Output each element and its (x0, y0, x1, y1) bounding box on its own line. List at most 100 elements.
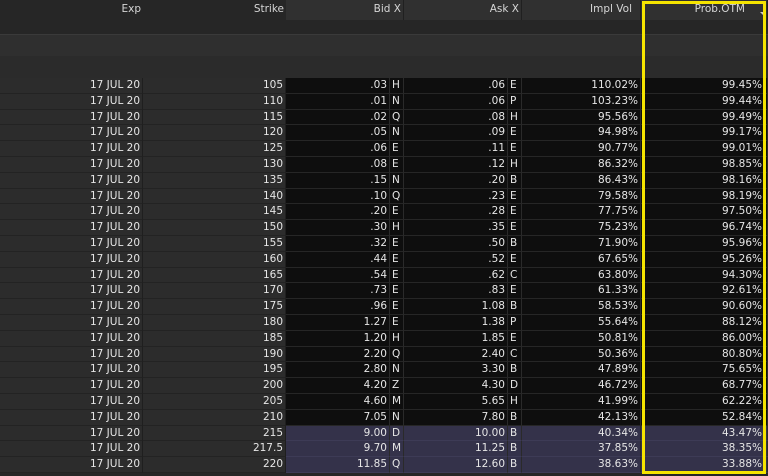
expiration-cell: 17 JUL 20 (0, 378, 143, 394)
bid-cell: 7.05 (286, 409, 390, 426)
ask-exchange-cell: E (508, 78, 522, 94)
ask-cell: .20 (404, 172, 508, 189)
column-header-prob-otm[interactable]: Prob.OTM (641, 0, 768, 20)
expiration-cell: 17 JUL 20 (0, 362, 143, 379)
bid-cell: .15 (286, 172, 390, 189)
bid-exchange-cell: N (390, 172, 404, 189)
ask-cell: .50 (404, 235, 508, 252)
table-row[interactable]: 17 JUL 20 165.54 E .62 C 63.80% 94.30% (0, 267, 768, 284)
table-row[interactable]: 17 JUL 20 145.20 E .28 E 77.75% 97.50% (0, 204, 768, 221)
ask-cell: .35 (404, 220, 508, 236)
expiration-cell: 17 JUL 20 (0, 314, 143, 331)
column-header-impl-vol[interactable]: Impl Vol (522, 0, 641, 20)
column-header-ask[interactable]: Ask X (404, 0, 522, 20)
impl-vol-cell: 67.65% (522, 251, 641, 268)
table-row[interactable]: 17 JUL 20 220 11.85 Q 12.60 B 38.63% 33.88% (0, 457, 768, 473)
impl-vol-cell: 103.23% (522, 93, 641, 110)
prob-otm-cell: 99.01% (641, 141, 768, 157)
ask-cell: .06 (404, 93, 508, 110)
bid-cell: .44 (286, 251, 390, 268)
table-row[interactable]: 17 JUL 20 195 2.80 N 3.30 B 47.89% 75.65% (0, 362, 768, 379)
bid-exchange-cell: H (390, 78, 404, 94)
ask-exchange-cell: E (508, 188, 522, 205)
ask-cell: .83 (404, 283, 508, 300)
impl-vol-cell: 79.58% (522, 188, 641, 205)
table-row[interactable]: 17 JUL 20 200 4.20 Z 4.30 D 46.72% 68.77% (0, 378, 768, 394)
strike-cell: 130 (143, 156, 286, 173)
column-header-bid[interactable]: Bid X (286, 0, 404, 20)
table-row[interactable]: 17 JUL 20 210 7.05 N 7.80 B 42.13% 52.84% (0, 409, 768, 426)
ask-cell: 5.65 (404, 393, 508, 410)
ask-exchange-cell: E (508, 283, 522, 300)
strike-cell: 140 (143, 188, 286, 205)
bid-exchange-cell: Q (390, 346, 404, 363)
ask-cell: 4.30 (404, 378, 508, 394)
expiration-cell: 17 JUL 20 (0, 330, 143, 347)
column-header-exp[interactable]: Exp (0, 0, 143, 20)
ask-exchange-cell: C (508, 346, 522, 363)
strike-cell: 105 (143, 78, 286, 94)
table-row[interactable]: 17 JUL 20 217.5 9.70 M 11.25 B 37.85% 38.35% (0, 441, 768, 458)
strike-cell: 190 (143, 346, 286, 363)
table-row[interactable]: 17 JUL 20 120.05 N .09 E 94.98% 99.17% (0, 125, 768, 142)
expiration-cell: 17 JUL 20 (0, 235, 143, 252)
impl-vol-cell: 37.85% (522, 441, 641, 458)
expiration-cell: 17 JUL 20 (0, 393, 143, 410)
bid-exchange-cell: N (390, 93, 404, 110)
summary-band (0, 34, 768, 58)
impl-vol-cell: 41.99% (522, 393, 641, 410)
expiration-cell: 17 JUL 20 (0, 204, 143, 221)
column-header-strike[interactable]: Strike (143, 0, 286, 20)
table-row[interactable]: 17 JUL 20 130.08 E .12 H 86.32% 98.85% (0, 156, 768, 173)
table-row[interactable]: 17 JUL 20 150.30 H .35 E 75.23% 96.74% (0, 220, 768, 236)
bid-exchange-cell: E (390, 299, 404, 315)
table-row[interactable]: 17 JUL 20 125.06 E .11 E 90.77% 99.01% (0, 141, 768, 157)
expiration-cell: 17 JUL 20 (0, 109, 143, 126)
table-row[interactable]: 17 JUL 20 155.32 E .50 B 71.90% 95.96% (0, 235, 768, 252)
prob-otm-cell: 96.74% (641, 220, 768, 236)
strike-cell: 220 (143, 457, 286, 473)
prob-otm-cell: 98.19% (641, 188, 768, 205)
table-row[interactable]: 17 JUL 20 190 2.20 Q 2.40 C 50.36% 80.80% (0, 346, 768, 363)
table-row[interactable]: 17 JUL 20 205 4.60 M 5.65 H 41.99% 62.22% (0, 393, 768, 410)
ask-cell: .28 (404, 204, 508, 221)
bid-cell: .20 (286, 204, 390, 221)
bid-exchange-cell: D (390, 425, 404, 442)
ask-exchange-cell: E (508, 220, 522, 236)
ask-exchange-cell: E (508, 330, 522, 347)
bid-exchange-cell: N (390, 409, 404, 426)
table-row[interactable]: 17 JUL 20 140.10 Q .23 E 79.58% 98.19% (0, 188, 768, 205)
table-row[interactable]: 17 JUL 20 175.96 E 1.08 B 58.53% 90.60% (0, 299, 768, 315)
strike-cell: 135 (143, 172, 286, 189)
bid-exchange-cell: N (390, 362, 404, 379)
bid-cell: .10 (286, 188, 390, 205)
bid-exchange-cell: E (390, 204, 404, 221)
bid-exchange-cell: E (390, 267, 404, 284)
ask-exchange-cell: B (508, 409, 522, 426)
ask-cell: .11 (404, 141, 508, 157)
impl-vol-cell: 110.02% (522, 78, 641, 94)
bid-cell: .96 (286, 299, 390, 315)
strike-cell: 195 (143, 362, 286, 379)
table-row[interactable]: 17 JUL 20 115.02 Q .08 H 95.56% 99.49% (0, 109, 768, 126)
strike-cell: 120 (143, 125, 286, 142)
ask-exchange-cell: E (508, 125, 522, 142)
table-row[interactable]: 17 JUL 20 185 1.20 H 1.85 E 50.81% 86.00% (0, 330, 768, 347)
prob-otm-cell: 92.61% (641, 283, 768, 300)
table-row[interactable]: 17 JUL 20 180 1.27 E 1.38 P 55.64% 88.12% (0, 314, 768, 331)
bid-exchange-cell: E (390, 251, 404, 268)
table-row[interactable]: 17 JUL 20 105.03 H .06 E 110.02% 99.45% (0, 78, 768, 94)
table-row[interactable]: 17 JUL 20 215 9.00 D 10.00 B 40.34% 43.47% (0, 425, 768, 442)
strike-cell: 150 (143, 220, 286, 236)
table-row[interactable]: 17 JUL 20 160.44 E .52 E 67.65% 95.26% (0, 251, 768, 268)
prob-otm-cell: 98.85% (641, 156, 768, 173)
ask-cell: 7.80 (404, 409, 508, 426)
table-row[interactable]: 17 JUL 20 170.73 E .83 E 61.33% 92.61% (0, 283, 768, 300)
bid-cell: 4.60 (286, 393, 390, 410)
prob-otm-cell: 62.22% (641, 393, 768, 410)
table-row[interactable]: 17 JUL 20 110.01 N .06 P 103.23% 99.44% (0, 93, 768, 110)
ask-cell: 10.00 (404, 425, 508, 442)
bid-cell: .73 (286, 283, 390, 300)
table-row[interactable]: 17 JUL 20 135.15 N .20 B 86.43% 98.16% (0, 172, 768, 189)
strike-cell: 160 (143, 251, 286, 268)
